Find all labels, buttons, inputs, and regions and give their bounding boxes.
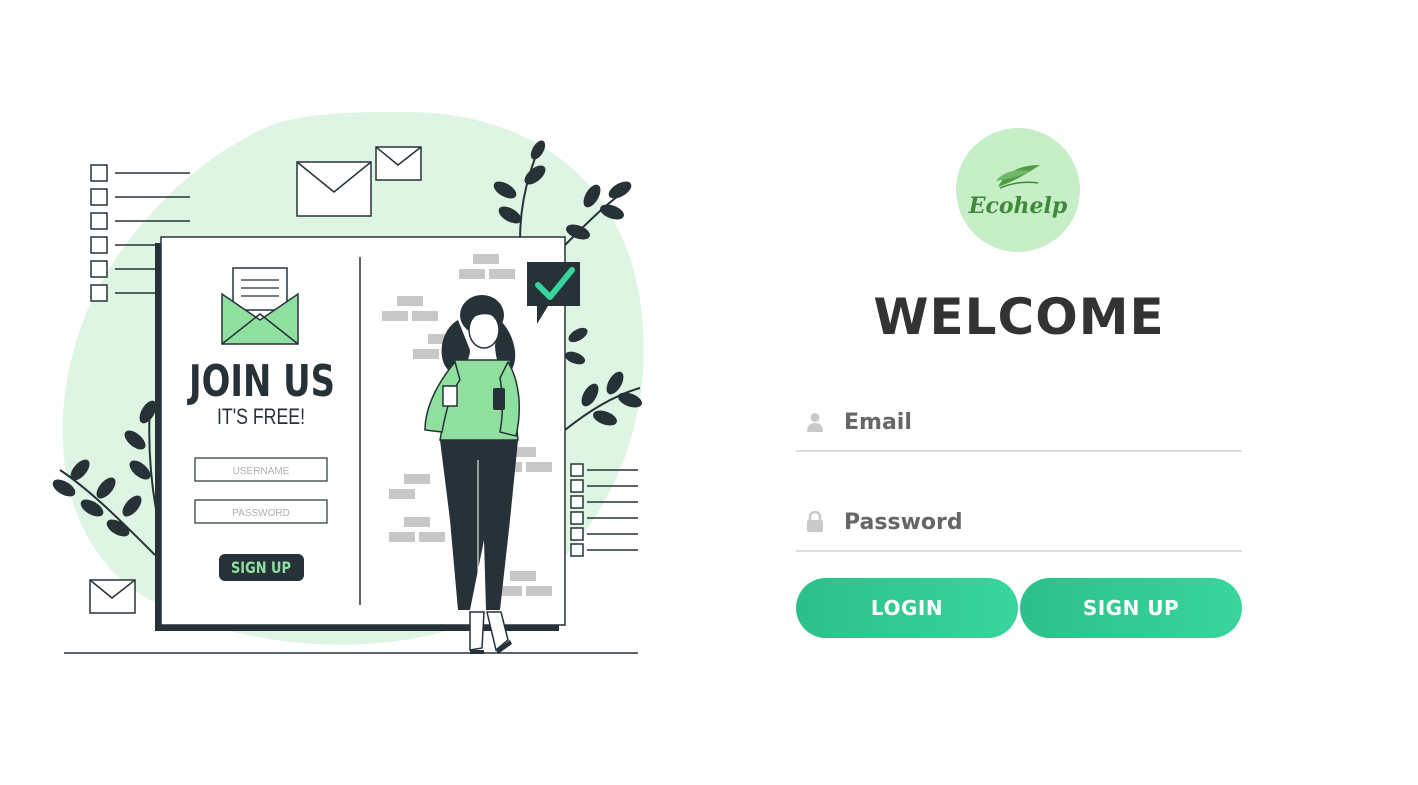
illustration-signup-text: SIGN UP — [231, 558, 291, 577]
its-free-subtitle: IT'S FREE! — [217, 404, 305, 429]
illustration-username-text: USERNAME — [233, 466, 290, 477]
email-field[interactable] — [796, 394, 1242, 452]
brand-name: Ecohelp — [968, 193, 1068, 219]
login-button[interactable]: LOGIN — [796, 578, 1018, 638]
password-input[interactable] — [842, 508, 1226, 536]
login-form: Ecohelp WELCOME LOGIN SIGN UP — [796, 128, 1242, 648]
email-input[interactable] — [842, 408, 1226, 436]
lock-icon — [800, 510, 830, 534]
welcome-title: WELCOME — [873, 288, 1165, 346]
leaf-icon — [996, 165, 1040, 189]
illustration-password-text: PASSWORD — [232, 508, 290, 519]
signup-button[interactable]: SIGN UP — [1020, 578, 1242, 638]
signup-illustration: JOIN US IT'S FREE! USERNAME PASSWORD SIG… — [52, 111, 644, 654]
join-us-title: JOIN US — [187, 356, 335, 407]
password-field[interactable] — [796, 494, 1242, 552]
user-icon — [800, 410, 830, 434]
mail-open-icon — [221, 267, 299, 345]
logo: Ecohelp — [956, 128, 1080, 252]
